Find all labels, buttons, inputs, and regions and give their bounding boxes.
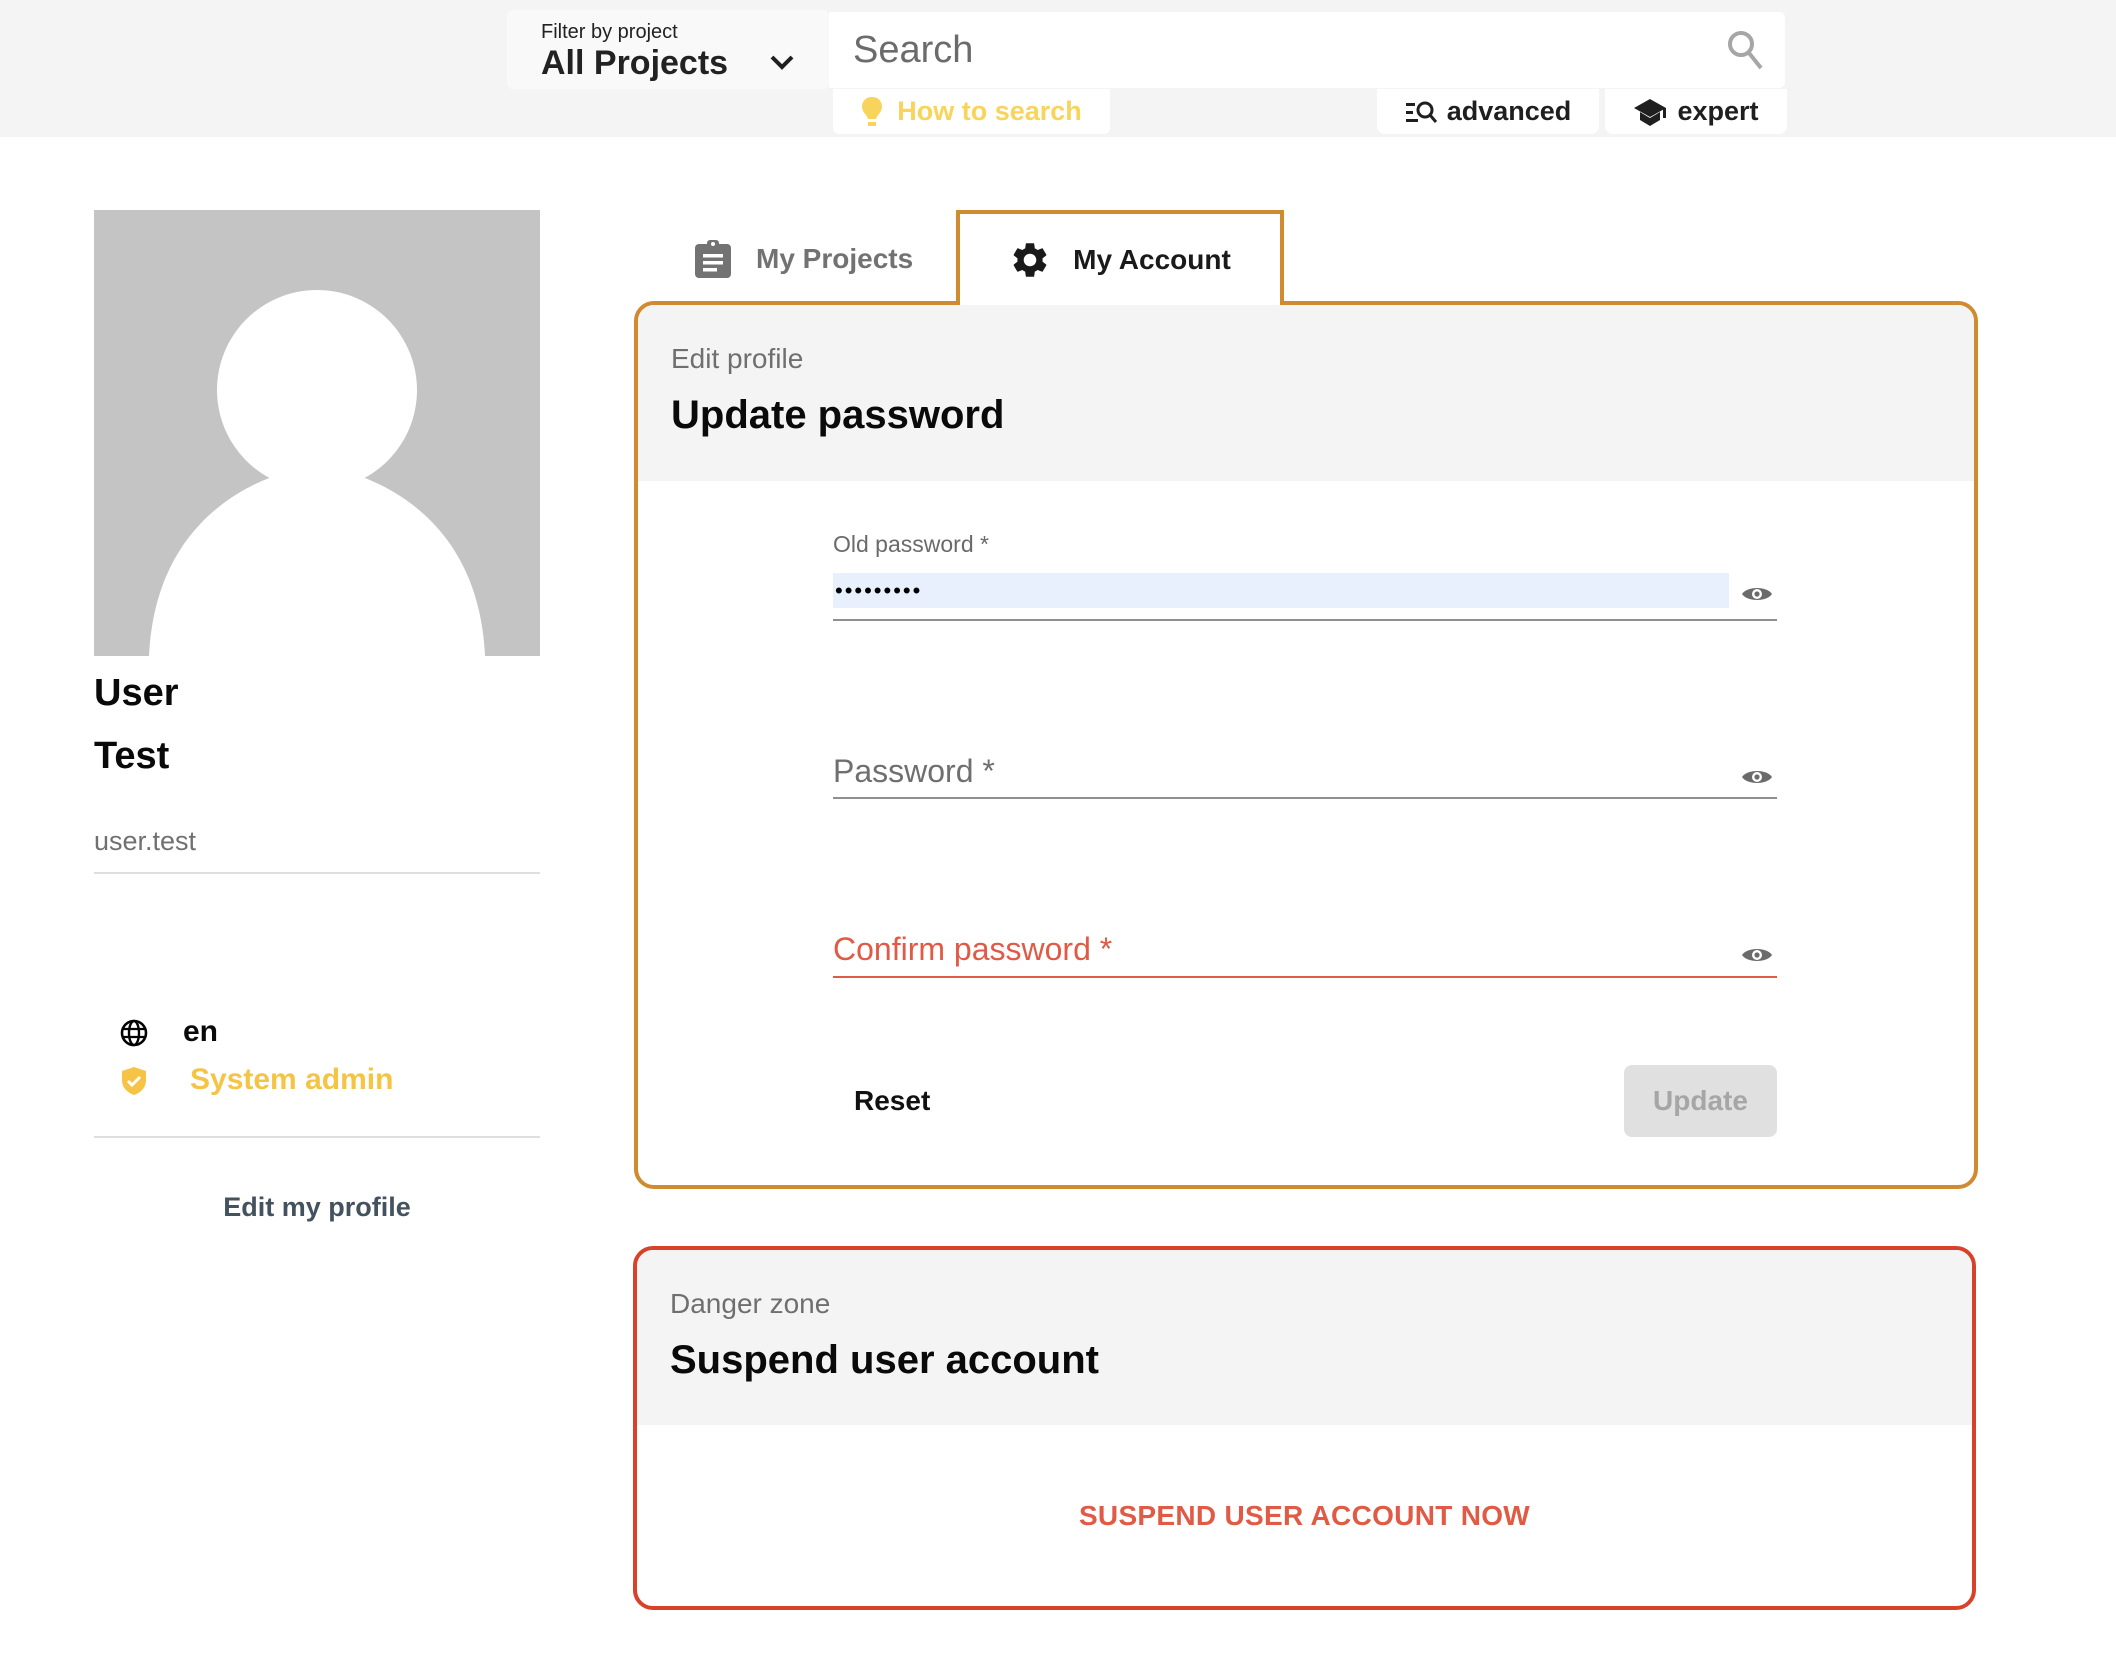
clipboard-icon	[695, 240, 731, 278]
tab-my-projects[interactable]: My Projects	[680, 222, 930, 296]
profile-last-name: Test	[94, 735, 170, 777]
filter-selected-value: All Projects	[541, 44, 729, 82]
old-password-input[interactable]	[833, 573, 1729, 608]
old-password-label: Old password *	[833, 531, 989, 557]
tab-my-account-label: My Account	[1073, 243, 1231, 275]
gear-icon	[1013, 242, 1047, 277]
old-password-field: Old password *	[833, 531, 1777, 631]
lightbulb-icon	[862, 96, 883, 126]
search-icon[interactable]	[1725, 28, 1765, 72]
suspend-account-button[interactable]: SUSPEND USER ACCOUNT NOW	[637, 1500, 1972, 1532]
advanced-label: advanced	[1446, 96, 1572, 126]
card-title: Suspend user account	[670, 1338, 1099, 1382]
show-password-eye-icon[interactable]	[1741, 584, 1773, 604]
card-kicker: Danger zone	[670, 1288, 831, 1319]
confirm-password-label: Confirm password *	[833, 931, 1113, 967]
show-password-eye-icon[interactable]	[1741, 945, 1773, 965]
card-kicker: Edit profile	[671, 343, 804, 374]
card-header: Danger zone Suspend user account	[637, 1250, 1972, 1425]
project-filter-dropdown[interactable]: Filter by project All Projects	[507, 10, 829, 89]
advanced-search-button[interactable]: advanced	[1377, 89, 1599, 134]
profile-username: user.test	[94, 826, 197, 856]
profile-divider-2	[94, 1136, 540, 1138]
avatar	[94, 210, 540, 656]
chevron-down-icon	[770, 55, 794, 70]
default-avatar-icon	[149, 290, 485, 656]
card-header: Edit profile Update password	[638, 305, 1974, 481]
expert-label: expert	[1677, 96, 1759, 126]
search-input[interactable]	[853, 24, 1693, 76]
old-password-underline	[833, 619, 1777, 621]
confirm-password-underline	[833, 976, 1777, 978]
expert-search-button[interactable]: expert	[1605, 89, 1787, 134]
show-password-eye-icon[interactable]	[1741, 767, 1773, 787]
tab-my-projects-label: My Projects	[756, 243, 914, 274]
profile-role: System admin	[190, 1063, 394, 1096]
new-password-underline	[833, 797, 1777, 799]
how-to-search-label: How to search	[897, 96, 1082, 126]
new-password-field[interactable]: Password *	[833, 735, 1777, 835]
update-password-card: Edit profile Update password Old passwor…	[634, 301, 1978, 1189]
new-password-label: Password *	[833, 753, 995, 789]
confirm-password-field[interactable]: Confirm password *	[833, 913, 1777, 1013]
update-button[interactable]: Update	[1624, 1065, 1777, 1137]
how-to-search-link[interactable]: How to search	[833, 89, 1110, 134]
advanced-search-icon	[1405, 101, 1437, 123]
globe-icon	[120, 1019, 148, 1047]
profile-language: en	[183, 1015, 219, 1048]
edit-profile-link[interactable]: Edit my profile	[94, 1192, 540, 1223]
reset-button[interactable]: Reset	[854, 1085, 930, 1117]
shield-check-icon	[122, 1067, 146, 1095]
filter-label: Filter by project	[541, 21, 678, 43]
tab-my-account[interactable]: My Account	[956, 210, 1284, 305]
graduation-cap-icon	[1634, 98, 1667, 126]
profile-first-name: User	[94, 672, 179, 714]
profile-divider	[94, 872, 540, 874]
danger-zone-card: Danger zone Suspend user account SUSPEND…	[633, 1246, 1976, 1610]
search-box	[829, 12, 1785, 88]
card-title: Update password	[671, 393, 1005, 437]
